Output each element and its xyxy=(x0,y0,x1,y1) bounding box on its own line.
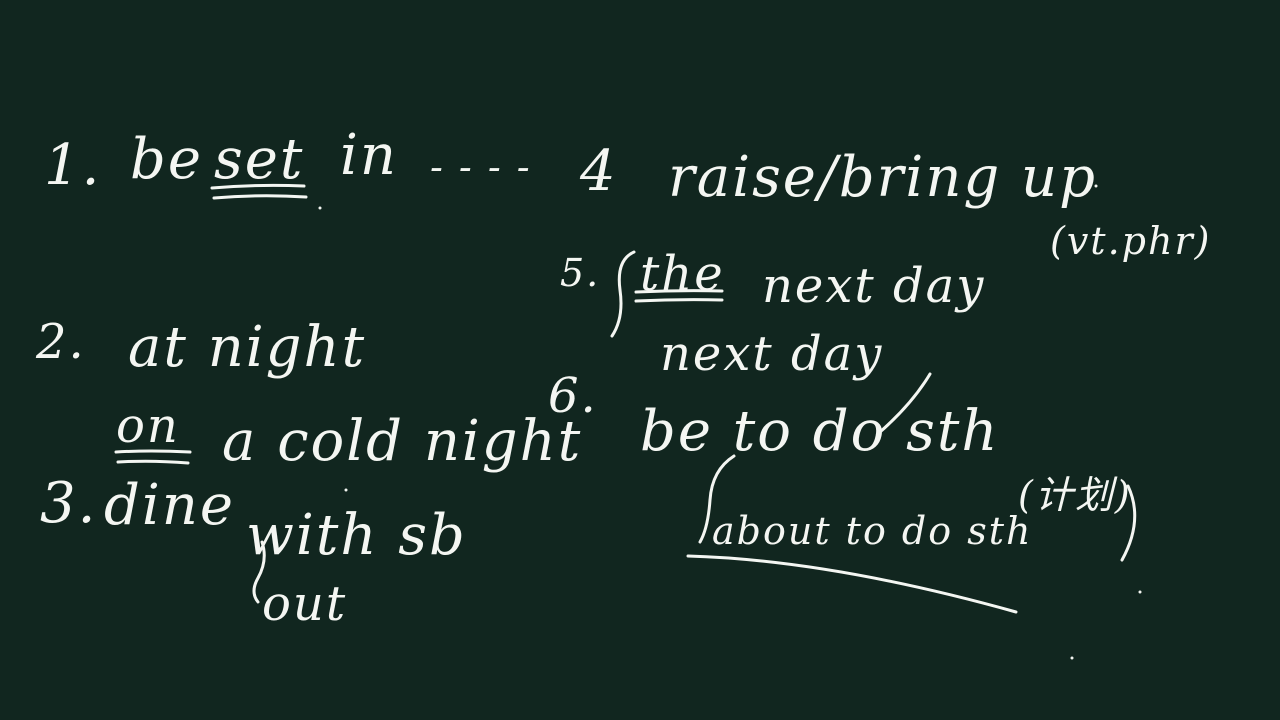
item-2-number: 2. xyxy=(36,314,86,370)
item-1-dots: - - - - xyxy=(430,145,532,189)
item-5-line1: next day xyxy=(762,258,986,314)
dot-mark-4 xyxy=(1070,656,1074,660)
item-2-line2: a cold night xyxy=(222,409,583,474)
dot-mark-3 xyxy=(1138,590,1142,594)
dot-mark-1 xyxy=(318,206,322,210)
item-2-on: on xyxy=(116,398,180,454)
item-5-number: 5. xyxy=(560,251,601,295)
item-6-mark: (计划) xyxy=(1018,473,1132,517)
item-4-phrase: raise/bring up xyxy=(668,145,1097,210)
item-2-line1: at night xyxy=(128,315,367,380)
item-4-number: 4 xyxy=(580,139,618,204)
chalkboard: 1. be set in - - - - 4 raise/bring up (v… xyxy=(0,0,1280,720)
set-underline-2 xyxy=(212,194,308,200)
on-underline-2 xyxy=(116,459,190,465)
item-3-number: 3. xyxy=(40,471,98,536)
item-3-with: with sb xyxy=(246,503,467,568)
dot-mark-5 xyxy=(344,488,348,492)
item-1-in: in xyxy=(340,123,398,188)
item-5-line2: next day xyxy=(660,326,884,382)
item-1-be: be xyxy=(130,127,203,192)
item-6-number: 6. xyxy=(548,368,598,424)
item-5-the: the xyxy=(640,246,725,302)
item-6-line1: be to do sth xyxy=(640,399,1000,464)
item-3-out: out xyxy=(262,576,348,632)
about-underline xyxy=(686,554,1018,614)
item-6-line2: about to do sth xyxy=(712,509,1033,553)
item-4-note: (vt.phr) xyxy=(1050,219,1212,263)
item-1-set: set xyxy=(214,127,305,192)
item-3-dine: dine xyxy=(104,473,235,538)
item-1-number: 1. xyxy=(44,133,102,198)
item5-brace xyxy=(610,250,636,338)
